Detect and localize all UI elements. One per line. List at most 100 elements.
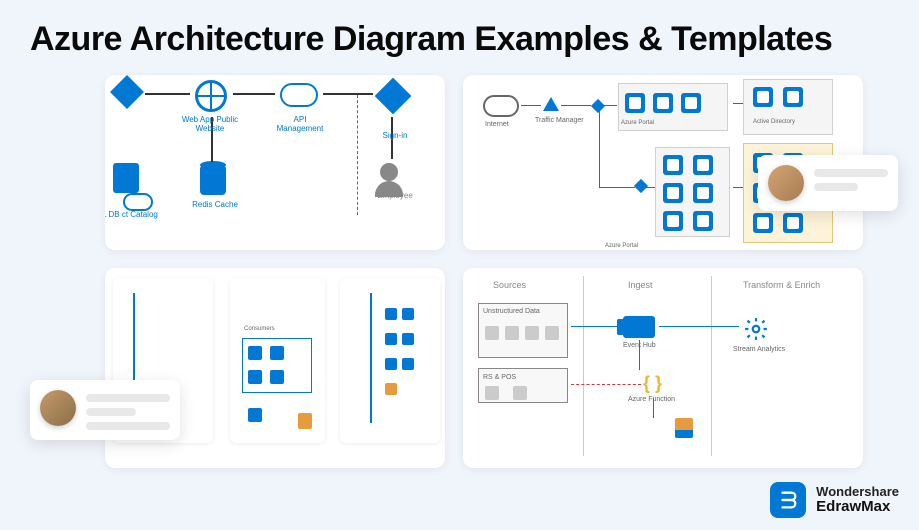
connector [370,293,372,423]
connector [659,326,739,327]
azure-service-icon [663,211,683,231]
gear-icon [743,316,769,342]
event-hub-icon [623,316,655,338]
label-azure-fn: Azure Function [628,396,675,403]
service-icon-orange [385,383,397,395]
connector [571,326,621,327]
placeholder-line [814,169,888,177]
label-active-dir: Active Directory [753,119,795,125]
service-icon [248,370,262,384]
section-transform: Transform & Enrich [743,280,820,290]
template-card-web-api[interactable]: Web App Public Website API Management Si… [105,75,445,250]
brand-text: Wondershare EdrawMax [816,485,899,516]
comment-placeholder-lines [86,390,170,430]
diagram-web-api: Web App Public Website API Management Si… [105,75,445,250]
label-catalog: L DB ct Catalog [105,210,160,219]
placeholder-line [86,408,136,416]
azure-service-icon [783,213,803,233]
traffic-manager-icon [543,97,559,111]
globe-icon [195,80,227,112]
azure-service-icon [753,87,773,107]
connector [645,187,655,188]
brand-bottom: EdrawMax [816,499,899,516]
redis-cache-icon [200,165,226,195]
brand-logo: Wondershare EdrawMax [770,482,899,518]
connector [561,105,591,106]
label-employee: Employee [365,191,425,200]
azure-service-icon [693,211,713,231]
connector [653,398,654,418]
label-unstructured: Unstructured Data [483,308,540,315]
azure-service-icon [783,87,803,107]
label-stream: Stream Analytics [733,346,785,353]
internet-cloud-icon [483,95,519,117]
comment-placeholder-lines [814,165,888,201]
azure-function-icon: { } [643,373,663,393]
connector [603,105,617,106]
azure-service-icon [625,93,645,113]
label-redis: Redis Cache [185,200,245,209]
page-title: Azure Architecture Diagram Examples & Te… [0,0,919,69]
label-internet: Internet [485,121,509,128]
label-consumers: Consumers [244,326,275,332]
connector-dashed [357,95,359,215]
sub-card: Consumers [230,278,325,443]
source-icon [485,386,499,400]
sub-card [340,278,440,443]
service-icon [385,333,397,345]
source-icon [485,326,499,340]
template-grid: Web App Public Website API Management Si… [105,75,875,475]
service-icon [402,358,414,370]
service-icon [270,346,284,360]
divider [711,276,712,456]
diamond-icon [375,78,412,115]
connector [233,93,275,95]
diagram-stream-pipeline: Sources Ingest Transform & Enrich Unstru… [463,268,863,468]
storage-icon [675,418,693,438]
service-icon [402,333,414,345]
connector [599,187,635,188]
azure-service-icon [663,183,683,203]
connector [323,93,373,95]
cloud-icon [280,83,318,107]
placeholder-line [86,394,170,402]
source-icon [525,326,539,340]
azure-service-icon [693,183,713,203]
diamond-icon [591,99,605,113]
comment-overlay [758,155,898,211]
template-card-stream-pipeline[interactable]: Sources Ingest Transform & Enrich Unstru… [463,268,863,468]
connector [145,93,190,95]
section-sources: Sources [493,280,526,290]
storage-icon [298,413,312,429]
avatar [768,165,804,201]
connector [733,103,743,104]
connector [733,187,743,188]
service-icon [402,308,414,320]
avatar [40,390,76,426]
connector [521,105,541,106]
service-icon [385,308,397,320]
divider [583,276,584,456]
service-icon [385,358,397,370]
source-icon [505,326,519,340]
diamond-icon [634,179,648,193]
placeholder-line [86,422,170,430]
label-azure-portal2: Azure Portal [605,243,638,249]
service-icon [248,408,262,422]
user-icon [380,163,398,181]
service-icon [270,370,284,384]
label-signin: Sign-in [365,131,425,140]
cloud-small-icon [123,193,153,211]
section-ingest: Ingest [628,280,653,290]
gateway-icon [110,75,144,109]
azure-service-icon [663,155,683,175]
label-rs-pos: RS & POS [483,374,516,381]
comment-overlay [30,380,180,440]
label-api: API Management [270,115,330,133]
azure-service-icon [653,93,673,113]
sql-db-icon [113,163,139,193]
azure-service-icon [693,155,713,175]
source-icon [545,326,559,340]
label-azure-portal: Azure Portal [621,120,654,126]
source-icon [513,386,527,400]
